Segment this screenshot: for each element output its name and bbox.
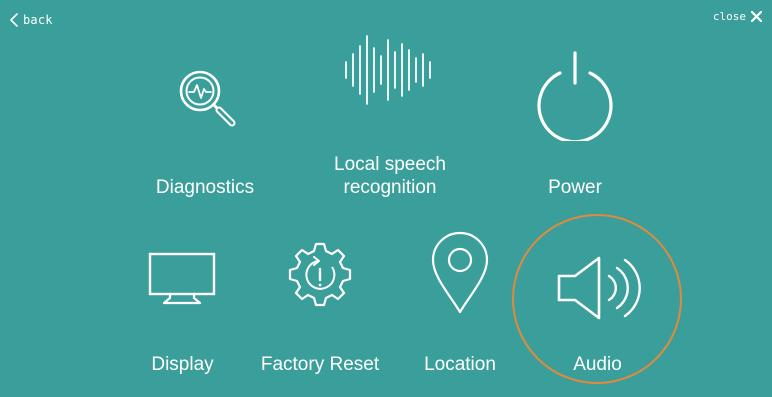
tile-local-speech-recognition-label-line2: recognition	[343, 177, 437, 198]
power-icon	[537, 51, 613, 141]
tile-audio[interactable]: Audio	[535, 240, 660, 380]
magnifier-pulse-icon	[179, 70, 236, 127]
tile-display[interactable]: Display	[120, 240, 245, 380]
tile-factory-reset-label: Factory Reset	[260, 354, 380, 375]
tile-power-label: Power	[548, 177, 602, 198]
close-label: close	[712, 10, 746, 23]
tile-factory-reset[interactable]: Factory Reset	[255, 235, 385, 380]
tile-power[interactable]: Power	[510, 45, 640, 205]
tile-location-label: Location	[424, 354, 496, 375]
monitor-icon	[148, 252, 216, 305]
tile-display-label: Display	[151, 354, 214, 375]
tile-local-speech-recognition[interactable]: Local speech recognition	[310, 28, 470, 203]
settings-screen: back close Diagnostics Local speech reco…	[0, 0, 772, 397]
tile-diagnostics-label: Diagnostics	[155, 177, 255, 198]
back-button[interactable]: back	[10, 13, 53, 27]
tile-audio-label: Audio	[573, 354, 622, 375]
close-icon	[751, 11, 762, 22]
speaker-icon	[557, 256, 641, 320]
location-pin-icon	[431, 231, 489, 314]
tile-local-speech-recognition-label-line1: Local speech	[334, 154, 446, 175]
tile-location[interactable]: Location	[400, 230, 520, 380]
close-button[interactable]: close	[713, 10, 762, 23]
tile-diagnostics[interactable]: Diagnostics	[140, 55, 270, 205]
sound-wave-icon	[345, 35, 431, 105]
gear-reset-icon	[288, 242, 352, 307]
back-label: back	[23, 13, 53, 27]
chevron-left-icon	[10, 13, 18, 27]
